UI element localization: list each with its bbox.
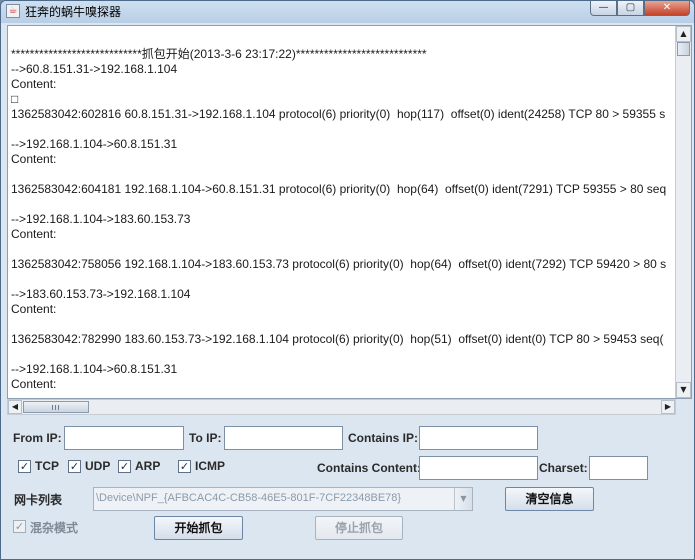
charset-label: Charset: [539, 461, 588, 475]
log-line: Content: [11, 152, 57, 166]
sniffer-window: ☕ 狂奔的蜗牛嗅探器 — ▢ ✕ ***********************… [0, 0, 695, 560]
scroll-down-icon[interactable]: ▼ [676, 382, 691, 398]
log-line: -->60.8.151.31->192.168.1.104 [11, 62, 178, 76]
contains-ip-label: Contains IP: [348, 431, 419, 445]
chevron-down-icon[interactable]: ▼ [454, 488, 472, 510]
tcp-checkbox[interactable]: ✓ [18, 460, 31, 473]
contains-content-label: Contains Content: [317, 461, 421, 475]
adapter-selected-value: \Device\NPF_{AFBCAC4C-CB58-46E5-801F-7CF… [96, 492, 402, 504]
contains-ip-input[interactable] [419, 426, 538, 450]
udp-checkbox[interactable]: ✓ [68, 460, 81, 473]
window-title: 狂奔的蜗牛嗅探器 [25, 5, 122, 19]
packet-log-text: ****************************抓包开始(2013-3-… [11, 47, 677, 398]
horizontal-scrollbar[interactable]: ◀ ▶ [7, 399, 676, 415]
to-ip-label: To IP: [189, 431, 222, 445]
horizontal-scroll-thumb[interactable] [23, 401, 89, 413]
scroll-up-icon[interactable]: ▲ [676, 26, 691, 42]
scroll-right-icon[interactable]: ▶ [661, 400, 675, 414]
java-app-icon: ☕ [6, 4, 20, 18]
log-line: □ [11, 92, 19, 106]
udp-label: UDP [85, 459, 111, 473]
log-line: -->192.168.1.104->183.60.153.73 [11, 212, 191, 226]
vertical-scrollbar[interactable]: ▲ ▼ [675, 26, 691, 398]
adapter-select[interactable]: \Device\NPF_{AFBCAC4C-CB58-46E5-801F-7CF… [93, 487, 473, 511]
from-ip-label: From IP: [13, 431, 62, 445]
log-line: 1362583042:604181 192.168.1.104->60.8.15… [11, 182, 667, 196]
log-line: 1362583042:602816 60.8.151.31->192.168.1… [11, 107, 666, 121]
adapter-label: 网卡列表 [14, 493, 63, 507]
stop-capture-button[interactable]: 停止抓包 [315, 516, 403, 540]
log-line: -->183.60.153.73->192.168.1.104 [11, 287, 191, 301]
close-button[interactable]: ✕ [644, 1, 690, 16]
log-line: -->192.168.1.104->60.8.151.31 [11, 362, 178, 376]
contains-content-input[interactable] [419, 456, 538, 480]
scroll-left-icon[interactable]: ◀ [8, 400, 22, 414]
maximize-button[interactable]: ▢ [617, 1, 644, 16]
packet-log-area[interactable]: ****************************抓包开始(2013-3-… [7, 25, 692, 399]
log-line: 1362583042:782990 183.60.153.73->192.168… [11, 332, 664, 346]
icmp-label: ICMP [195, 459, 225, 473]
promiscuous-mode-label: 混杂模式 [30, 521, 79, 535]
log-line: -->192.168.1.104->60.8.151.31 [11, 137, 178, 151]
log-line: Content: [11, 377, 57, 391]
from-ip-input[interactable] [64, 426, 184, 450]
log-line: Content: [11, 302, 57, 316]
arp-label: ARP [135, 459, 161, 473]
vertical-scroll-thumb[interactable] [677, 42, 690, 56]
promiscuous-mode-checkbox[interactable]: ✓ [13, 520, 26, 533]
clear-info-button[interactable]: 清空信息 [505, 487, 594, 511]
log-line: ****************************抓包开始(2013-3-… [11, 47, 427, 61]
charset-input[interactable] [589, 456, 648, 480]
title-bar[interactable]: ☕ 狂奔的蜗牛嗅探器 — ▢ ✕ [1, 1, 694, 23]
arp-checkbox[interactable]: ✓ [118, 460, 131, 473]
start-capture-button[interactable]: 开始抓包 [154, 516, 243, 540]
tcp-label: TCP [35, 459, 59, 473]
minimize-button[interactable]: — [590, 1, 617, 16]
log-line: 1362583042:758056 192.168.1.104->183.60.… [11, 257, 667, 271]
scroll-corner [676, 399, 692, 415]
log-line: Content: [11, 77, 57, 91]
to-ip-input[interactable] [224, 426, 343, 450]
icmp-checkbox[interactable]: ✓ [178, 460, 191, 473]
log-line: Content: [11, 227, 57, 241]
